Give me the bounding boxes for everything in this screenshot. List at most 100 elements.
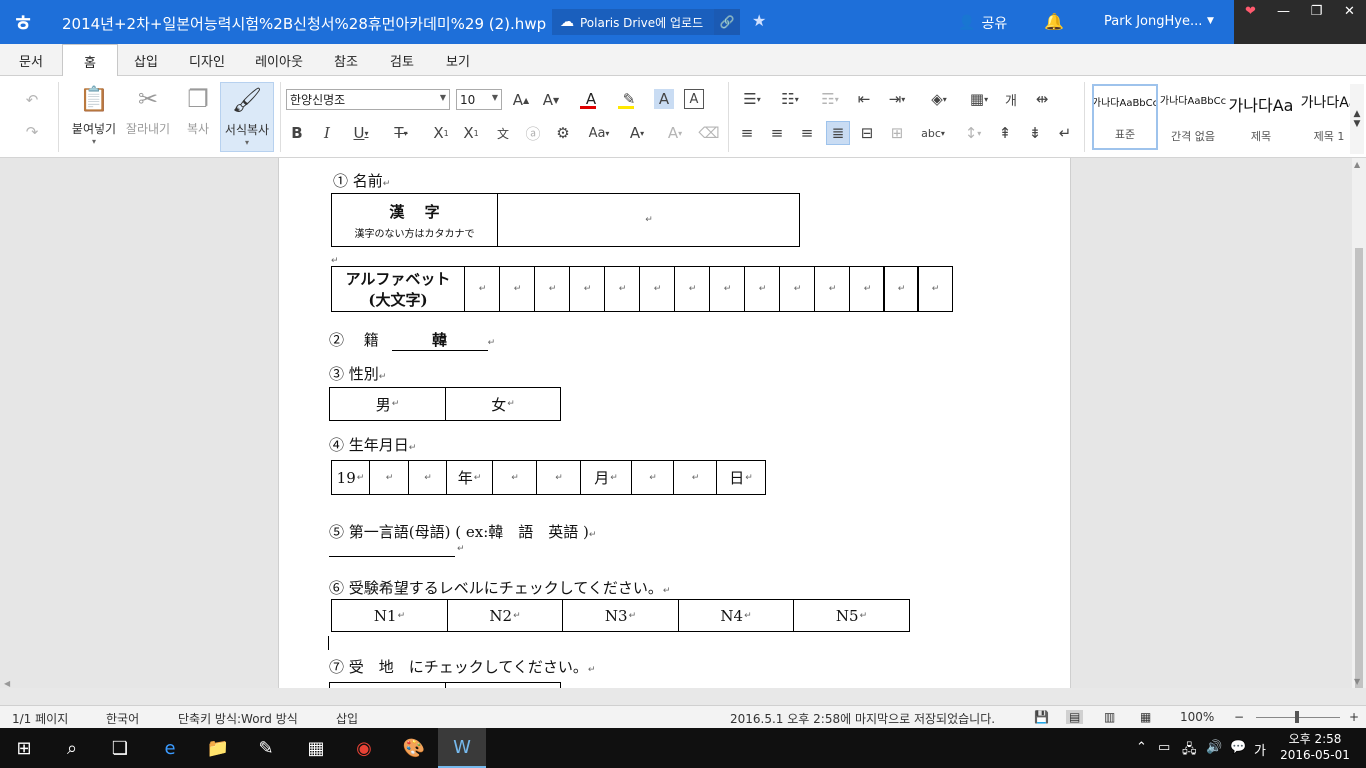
para-spacing-before-icon[interactable]: ⇞ xyxy=(994,123,1016,143)
char-shade-icon[interactable]: A xyxy=(654,89,674,109)
kanji-input-cell[interactable]: ↵ xyxy=(497,193,800,247)
grow-font-icon[interactable]: A ▲ xyxy=(510,90,532,110)
notepad-icon[interactable]: ✎ xyxy=(242,728,290,768)
shortcut-mode[interactable]: 단축키 방식:Word 방식 xyxy=(178,710,298,727)
birth-month-digit-cell[interactable]: ↵ xyxy=(492,460,537,495)
phonetic-guide-icon[interactable]: 文 xyxy=(492,123,514,143)
system-clock[interactable]: 오후 2:58 2016-05-01 xyxy=(1280,731,1350,763)
polaris-upload-button[interactable]: ☁ Polaris Drive에 업로드 🔗 xyxy=(552,9,740,35)
notification-bell-icon[interactable]: 🔔 xyxy=(1044,12,1064,31)
edge-browser-icon[interactable]: e xyxy=(146,728,194,768)
style-gallery-scroll[interactable]: ▲ ▼ xyxy=(1350,84,1364,154)
level-n2-cell[interactable]: N2 ↵ xyxy=(447,599,563,632)
alphabet-input-cell[interactable]: ↵ xyxy=(464,266,500,312)
align-center-icon[interactable]: ≡ xyxy=(766,123,788,143)
alphabet-input-cell[interactable]: ↵ xyxy=(569,266,605,312)
tab-layout[interactable]: 레이아웃 xyxy=(240,44,318,76)
exam-site-cell[interactable] xyxy=(329,682,446,688)
font-size-select[interactable]: 10 ▼ xyxy=(456,89,502,110)
close-button[interactable]: ✕ xyxy=(1333,0,1366,44)
alphabet-input-cell[interactable]: ↵ xyxy=(917,266,953,312)
decrease-indent-icon[interactable]: ⇤ xyxy=(852,89,876,109)
paste-button[interactable]: 📋 붙여넣기 ▾ xyxy=(66,82,122,152)
alphabet-input-cell[interactable]: ↵ xyxy=(883,266,919,312)
style-title[interactable]: 가나다Aa 제목 xyxy=(1228,84,1294,150)
zoom-in-icon[interactable]: + xyxy=(1349,710,1359,724)
tab-references[interactable]: 참조 xyxy=(318,44,374,76)
nationality-value[interactable]: 韓 xyxy=(391,329,488,351)
numbering-icon[interactable]: ☷ ▾ xyxy=(774,89,806,109)
alphabet-input-cell[interactable]: ↵ xyxy=(674,266,710,312)
level-n3-cell[interactable]: N3 ↵ xyxy=(562,599,679,632)
windows-start-icon[interactable]: ⊞ xyxy=(0,728,48,768)
action-center-icon[interactable]: 💬 xyxy=(1230,740,1246,755)
eraser-icon[interactable]: ⌫ xyxy=(698,123,720,143)
search-icon[interactable]: ⌕ xyxy=(48,728,96,768)
paragraph-mark-icon[interactable]: ↵ xyxy=(1054,123,1076,143)
para-spacing-after-icon[interactable]: ⇟ xyxy=(1024,123,1046,143)
alphabet-input-cell[interactable]: ↵ xyxy=(814,266,850,312)
alphabet-input-cell[interactable]: ↵ xyxy=(639,266,675,312)
underline-icon[interactable]: U ▾ xyxy=(346,123,376,143)
level-n4-cell[interactable]: N4 ↵ xyxy=(678,599,794,632)
scroll-down-icon[interactable]: ▼ xyxy=(1354,677,1360,686)
table-align-icon[interactable]: ⊞ xyxy=(886,123,908,143)
bullets-icon[interactable]: ☰ ▾ xyxy=(736,89,768,109)
tab-insert[interactable]: 삽입 xyxy=(118,44,174,76)
share-button[interactable]: 👤 공유 xyxy=(958,13,1007,33)
level-n1-cell[interactable]: N1 ↵ xyxy=(331,599,448,632)
line-spacing-icon[interactable]: ↕ ▾ xyxy=(956,123,990,143)
task-view-icon[interactable]: ❏ xyxy=(96,728,144,768)
birth-day-digit-cell[interactable]: ↵ xyxy=(673,460,717,495)
gender-male-cell[interactable]: 男 ↵ xyxy=(329,387,446,421)
align-left-icon[interactable]: ≡ xyxy=(736,123,758,143)
chrome-icon[interactable]: ◉ xyxy=(340,728,388,768)
alphabet-input-cell[interactable]: ↵ xyxy=(849,266,885,312)
tab-review[interactable]: 검토 xyxy=(374,44,430,76)
font-name-select[interactable]: 한양신명조 ▼ xyxy=(286,89,450,110)
level-n5-cell[interactable]: N5 ↵ xyxy=(793,599,910,632)
network-icon[interactable]: 🖧 xyxy=(1182,740,1197,762)
bold-icon[interactable]: B xyxy=(286,123,308,143)
birth-year-digit-cell[interactable]: ↵ xyxy=(408,460,447,495)
file-explorer-icon[interactable]: 📁 xyxy=(194,728,242,768)
alphabet-input-cell[interactable]: ↵ xyxy=(534,266,570,312)
cut-button[interactable]: ✂ 잘라내기 xyxy=(120,82,176,152)
change-case-icon[interactable]: Aa ▾ xyxy=(582,123,616,143)
battery-icon[interactable]: ▭ xyxy=(1158,740,1170,755)
text-direction-icon[interactable]: ⇹ xyxy=(1030,89,1054,109)
style-no-spacing[interactable]: 가나다AaBbCc 간격 없음 xyxy=(1160,84,1226,150)
superscript-icon[interactable]: X1 xyxy=(460,123,482,143)
print-layout-icon[interactable]: ▤ xyxy=(1066,710,1084,724)
alphabet-input-cell[interactable]: ↵ xyxy=(744,266,780,312)
text-effect-icon[interactable]: A ▾ xyxy=(622,123,652,143)
paint-icon[interactable]: 🎨 xyxy=(390,728,438,768)
birth-day-digit-cell[interactable]: ↵ xyxy=(631,460,674,495)
tab-design[interactable]: 디자인 xyxy=(174,44,240,76)
tray-expand-icon[interactable]: ⌃ xyxy=(1136,740,1147,755)
document-page[interactable]: ① 名前↵ 漢 字 漢字のない方はカタカナで ↵ ↵ アルファベット (大文字)… xyxy=(278,158,1071,688)
align-right-icon[interactable]: ≡ xyxy=(796,123,818,143)
font-color-icon[interactable]: A xyxy=(576,88,606,110)
birth-month-digit-cell[interactable]: ↵ xyxy=(536,460,581,495)
hyphenation-icon[interactable]: abc ▾ xyxy=(916,123,950,143)
multilevel-list-icon[interactable]: ☶ ▾ xyxy=(814,89,846,109)
zoom-level[interactable]: 100% xyxy=(1180,710,1214,724)
strikethrough-icon[interactable]: T ▾ xyxy=(386,123,416,143)
tab-view[interactable]: 보기 xyxy=(430,44,486,76)
alphabet-input-cell[interactable]: ↵ xyxy=(604,266,640,312)
copy-button[interactable]: ❐ 복사 xyxy=(170,82,226,152)
ime-indicator[interactable]: 가 xyxy=(1254,740,1266,759)
italic-icon[interactable]: I xyxy=(316,123,338,143)
heart-icon[interactable]: ❤ xyxy=(1234,0,1267,44)
alphabet-input-cell[interactable]: ↵ xyxy=(499,266,535,312)
increase-indent-icon[interactable]: ⇥ ▾ xyxy=(880,89,914,109)
style-standard[interactable]: 가나다AaBbCc 표준 xyxy=(1092,84,1158,150)
calculator-icon[interactable]: ▦ xyxy=(292,728,340,768)
language-status[interactable]: 한국어 xyxy=(106,710,139,727)
user-name[interactable]: Park JongHye... xyxy=(1104,14,1202,29)
insert-mode[interactable]: 삽입 xyxy=(336,710,358,727)
shading-icon[interactable]: ◈ ▾ xyxy=(922,89,956,109)
volume-icon[interactable]: 🔊 xyxy=(1206,740,1222,755)
read-mode-icon[interactable]: ▦ xyxy=(1140,710,1151,724)
